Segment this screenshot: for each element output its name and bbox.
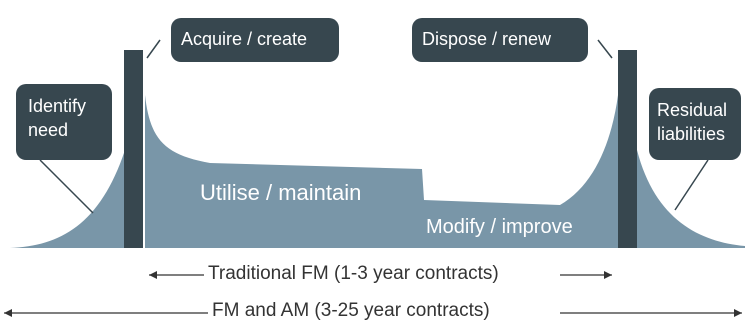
residual-pointer xyxy=(674,159,709,211)
traditional-fm-label: Traditional FM (1-3 year contracts) xyxy=(204,263,503,285)
dispose-renew-callout: Dispose / renew xyxy=(412,18,588,62)
residual-line-2: liabilities xyxy=(657,124,726,144)
identify-pointer xyxy=(39,159,94,214)
dispose-pointer xyxy=(597,39,613,59)
identify-line-2: need xyxy=(28,120,69,140)
lifecycle-curve-tail xyxy=(637,150,745,248)
dispose-bar xyxy=(618,50,637,248)
acquire-bar xyxy=(124,50,143,248)
dispose-label: Dispose / renew xyxy=(422,29,552,49)
acquire-label: Acquire / create xyxy=(181,29,308,49)
fm-am-label: FM and AM (3-25 year contracts) xyxy=(208,300,494,322)
acquire-pointer xyxy=(146,39,161,59)
identify-line-1: Identify xyxy=(28,96,87,116)
acquire-create-callout: Acquire / create xyxy=(171,18,339,62)
residual-liabilities-callout: Residual liabilities xyxy=(649,88,741,160)
modify-improve-label: Modify / improve xyxy=(426,216,573,238)
residual-line-1: Residual xyxy=(657,100,728,120)
utilise-maintain-label: Utilise / maintain xyxy=(200,180,362,205)
lifecycle-curve xyxy=(10,150,125,248)
identify-need-callout: Identify need xyxy=(16,84,112,160)
